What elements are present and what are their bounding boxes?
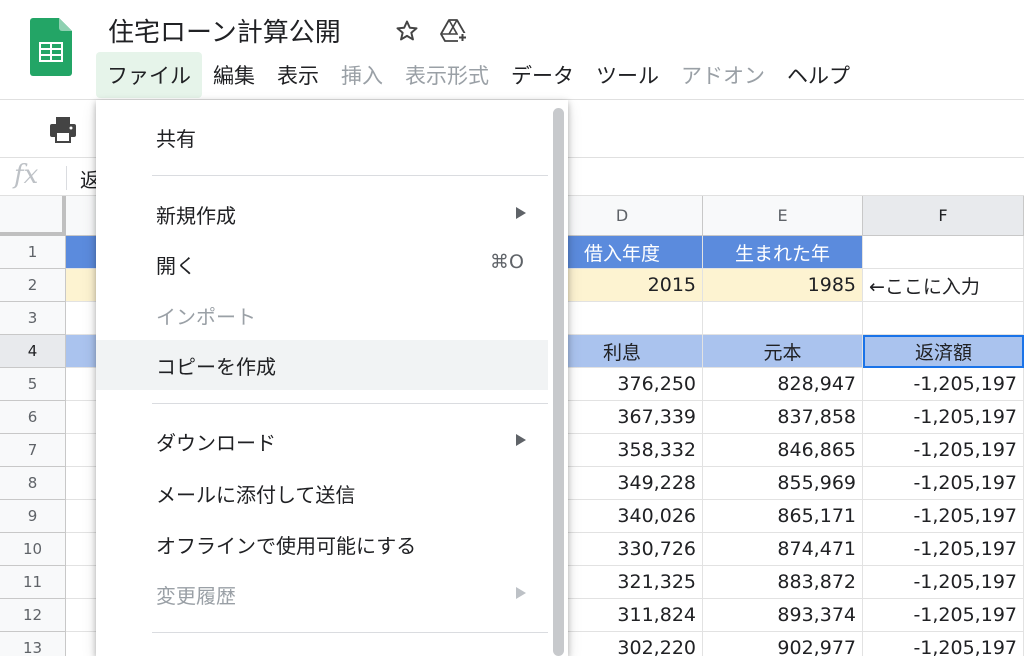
formula-separator <box>66 166 67 190</box>
cell-e3[interactable] <box>703 302 863 335</box>
select-all-corner[interactable] <box>0 196 66 236</box>
menu-format[interactable]: 表示形式 <box>394 52 500 98</box>
row-header[interactable]: 11 <box>0 566 66 599</box>
cell-f9[interactable]: -1,205,197 <box>863 500 1024 533</box>
menu-item-email-attachment[interactable]: メールに添付して送信 <box>96 468 548 518</box>
file-menu-dropdown: 共有 新規作成 開く ⌘O インポート コピーを作成 ダウンロード メールに添付… <box>96 100 568 656</box>
cell-e7[interactable]: 846,865 <box>703 434 863 467</box>
cell-f6[interactable]: -1,205,197 <box>863 401 1024 434</box>
print-icon[interactable] <box>48 116 78 144</box>
drive-add-icon[interactable] <box>440 18 468 44</box>
menu-item-label: 新規作成 <box>156 203 236 228</box>
cell-e9[interactable]: 865,171 <box>703 500 863 533</box>
cell-e6[interactable]: 837,858 <box>703 401 863 434</box>
row-header[interactable]: 7 <box>0 434 66 467</box>
menu-item-label: 共有 <box>156 126 196 151</box>
row-header[interactable]: 12 <box>0 599 66 632</box>
menu-file[interactable]: ファイル <box>96 52 202 98</box>
cell-e13[interactable]: 902,977 <box>703 632 863 656</box>
menu-data[interactable]: データ <box>500 52 585 98</box>
row-header[interactable]: 6 <box>0 401 66 434</box>
cell-f1[interactable] <box>863 236 1024 269</box>
menu-item-share[interactable]: 共有 <box>96 112 548 162</box>
cell-f11[interactable]: -1,205,197 <box>863 566 1024 599</box>
shortcut-label: ⌘O <box>490 251 524 273</box>
app-header: 住宅ローン計算公開 ファイル 編集 表示 挿入 表示形式 データ ツール アドオ… <box>0 0 1024 100</box>
cell-e12[interactable]: 893,374 <box>703 599 863 632</box>
menu-item-label: 開く <box>156 253 196 278</box>
menu-insert[interactable]: 挿入 <box>330 52 394 98</box>
row-header[interactable]: 9 <box>0 500 66 533</box>
menu-help[interactable]: ヘルプ <box>776 52 861 98</box>
cell-f7[interactable]: -1,205,197 <box>863 434 1024 467</box>
menu-item-label: 変更履歴 <box>156 583 236 608</box>
menu-separator <box>152 175 548 176</box>
cell-f10[interactable]: -1,205,197 <box>863 533 1024 566</box>
menu-item-make-copy[interactable]: コピーを作成 <box>96 340 548 390</box>
menu-bar: ファイル 編集 表示 挿入 表示形式 データ ツール アドオン ヘルプ <box>96 52 861 98</box>
cell-f13[interactable]: -1,205,197 <box>863 632 1024 656</box>
cell-e11[interactable]: 883,872 <box>703 566 863 599</box>
cell-e5[interactable]: 828,947 <box>703 368 863 401</box>
menu-item-import[interactable]: インポート <box>96 290 548 340</box>
cell-e1[interactable]: 生まれた年 <box>703 236 863 269</box>
menu-item-new[interactable]: 新規作成 <box>96 189 548 239</box>
row-header[interactable]: 13 <box>0 632 66 656</box>
cell-f8[interactable]: -1,205,197 <box>863 467 1024 500</box>
menu-item-label: インポート <box>156 304 256 329</box>
menu-item-label: メールに添付して送信 <box>156 482 356 507</box>
menu-addons[interactable]: アドオン <box>670 52 776 98</box>
cell-e8[interactable]: 855,969 <box>703 467 863 500</box>
menu-tools[interactable]: ツール <box>585 52 670 98</box>
row-header[interactable]: 4 <box>0 335 66 368</box>
fx-label: fx <box>14 160 39 190</box>
cell-f12[interactable]: -1,205,197 <box>863 599 1024 632</box>
row-header[interactable]: 3 <box>0 302 66 335</box>
menu-item-label: オフラインで使用可能にする <box>156 533 417 558</box>
cell-f5[interactable]: -1,205,197 <box>863 368 1024 401</box>
menu-edit[interactable]: 編集 <box>202 52 266 98</box>
menu-separator <box>152 403 548 404</box>
submenu-arrow-icon <box>516 207 526 219</box>
submenu-arrow-icon <box>516 587 526 599</box>
cell-e10[interactable]: 874,471 <box>703 533 863 566</box>
row-header[interactable]: 2 <box>0 269 66 302</box>
menu-item-download[interactable]: ダウンロード <box>96 416 548 466</box>
row-header[interactable]: 8 <box>0 467 66 500</box>
column-header-f[interactable]: F <box>863 196 1024 236</box>
row-header[interactable]: 1 <box>0 236 66 269</box>
cell-f3[interactable] <box>863 302 1024 335</box>
menu-view[interactable]: 表示 <box>266 52 330 98</box>
cell-f4[interactable]: 返済額 <box>863 335 1024 368</box>
row-header[interactable]: 10 <box>0 533 66 566</box>
submenu-arrow-icon <box>516 434 526 446</box>
menu-separator <box>152 632 548 633</box>
menu-item-offline[interactable]: オフラインで使用可能にする <box>96 519 548 569</box>
menu-item-open[interactable]: 開く ⌘O <box>96 239 548 289</box>
document-title[interactable]: 住宅ローン計算公開 <box>108 12 341 49</box>
menu-item-version-history[interactable]: 変更履歴 <box>96 569 548 619</box>
menu-scrollbar[interactable] <box>553 108 564 656</box>
star-icon[interactable] <box>394 18 420 44</box>
google-sheets-logo-icon[interactable] <box>30 18 72 76</box>
row-header[interactable]: 5 <box>0 368 66 401</box>
menu-item-label: コピーを作成 <box>156 354 276 379</box>
cell-e4[interactable]: 元本 <box>703 335 863 368</box>
column-header-e[interactable]: E <box>703 196 863 236</box>
cell-e2[interactable]: 1985 <box>703 269 863 302</box>
cell-f2[interactable]: ←ここに入力 <box>863 269 1024 302</box>
menu-item-label: ダウンロード <box>156 430 276 455</box>
